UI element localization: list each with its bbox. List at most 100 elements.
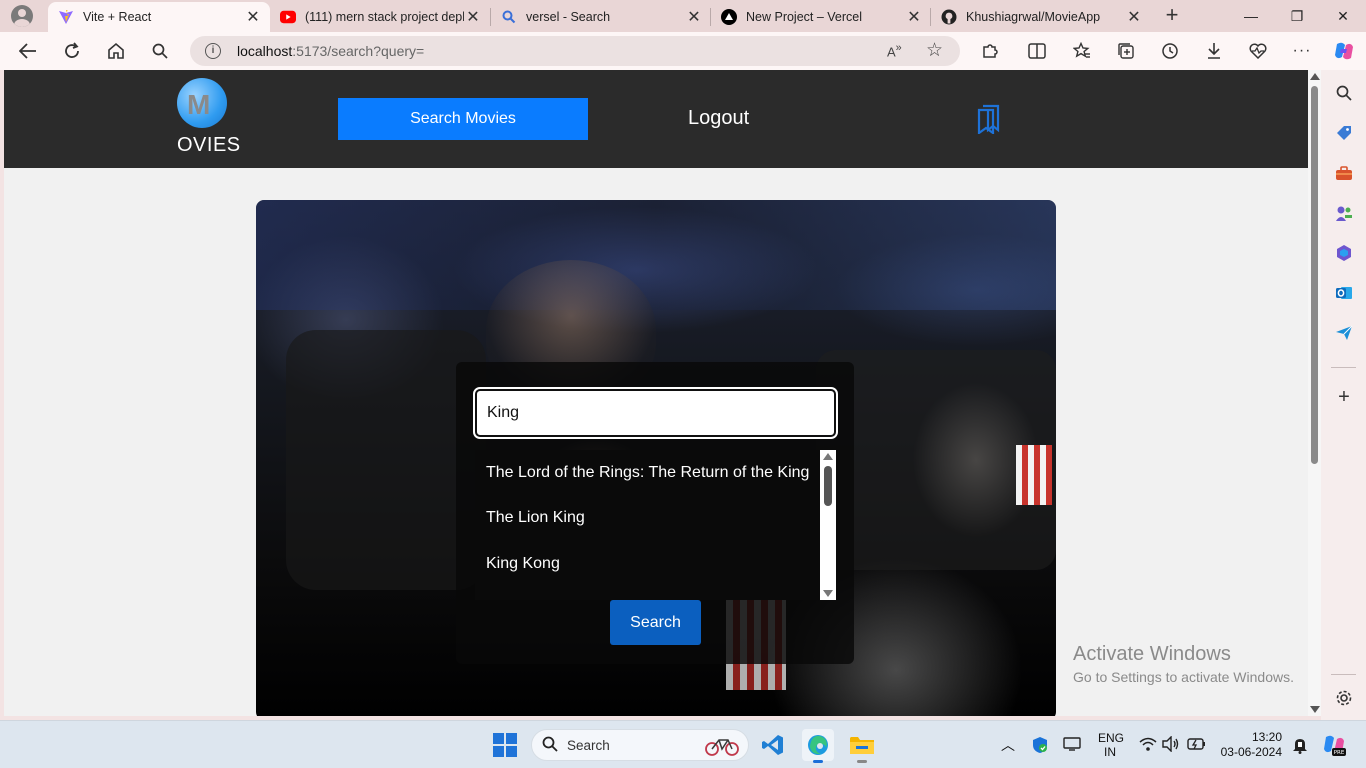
tab-youtube[interactable]: (111) mern stack project depl ✕ <box>270 2 490 32</box>
edge-taskbar-button[interactable] <box>802 729 834 763</box>
page-viewport: M OVIES Search Movies Logout The Lord of… <box>4 70 1308 716</box>
add-sidebar-app-icon[interactable]: + <box>1334 386 1354 408</box>
toolbox-icon[interactable] <box>1334 163 1354 183</box>
scroll-down-arrow-icon[interactable] <box>1310 706 1320 713</box>
history-icon <box>1162 43 1178 59</box>
vercel-icon <box>721 9 737 25</box>
tab-vercel[interactable]: New Project – Vercel ✕ <box>711 2 931 32</box>
copilot-button[interactable] <box>1330 37 1358 65</box>
youtube-icon <box>280 9 296 25</box>
defender-shield-icon[interactable] <box>1032 736 1048 757</box>
file-explorer-taskbar-button[interactable] <box>846 729 878 763</box>
add-favorite-icon[interactable]: ☆ <box>926 39 943 62</box>
taskbar-search-box[interactable]: Search <box>531 729 749 761</box>
bookmarks-icon <box>977 104 1000 136</box>
history-button[interactable] <box>1156 37 1184 65</box>
watermark-title: Activate Windows <box>1073 643 1231 665</box>
movie-search-input[interactable] <box>473 387 838 439</box>
volume-icon[interactable] <box>1162 735 1180 755</box>
collections-icon <box>1118 43 1134 59</box>
scroll-up-arrow-icon[interactable] <box>1310 73 1320 80</box>
bookmarks-button[interactable] <box>976 104 1002 136</box>
tab-vite-react[interactable]: Vite + React ✕ <box>48 2 270 32</box>
taskbar-clock[interactable]: 13:20 03-06-2024 <box>1218 730 1282 760</box>
performance-button[interactable] <box>1244 37 1272 65</box>
language-code: ENG <box>1098 731 1125 745</box>
read-aloud-icon[interactable]: A» <box>887 42 902 59</box>
more-menu-button[interactable]: ··· <box>1288 37 1316 65</box>
browser-tab-strip: Vite + React ✕ (111) mern stack project … <box>0 0 1366 32</box>
results-scrollbar[interactable] <box>820 450 836 600</box>
split-screen-icon <box>1028 43 1046 59</box>
app-logo[interactable]: M OVIES <box>177 78 240 158</box>
tab-close-icon[interactable]: ✕ <box>685 7 703 27</box>
windows-logo-icon <box>493 746 504 757</box>
tab-close-icon[interactable]: ✕ <box>905 7 923 27</box>
home-icon <box>108 42 124 59</box>
shopping-tag-icon[interactable] <box>1334 123 1354 143</box>
result-item[interactable]: King Kong <box>486 555 560 573</box>
display-icon[interactable] <box>1063 737 1081 754</box>
search-button[interactable] <box>146 37 174 65</box>
tab-close-icon[interactable]: ✕ <box>244 7 262 27</box>
region-code: IN <box>1104 745 1116 759</box>
close-window-button[interactable]: ✕ <box>1320 0 1366 32</box>
scroll-down-arrow-icon[interactable] <box>823 590 833 597</box>
tab-bing-search[interactable]: versel - Search ✕ <box>491 2 711 32</box>
send-paper-plane-icon[interactable] <box>1334 323 1354 343</box>
extensions-button[interactable] <box>976 37 1004 65</box>
downloads-button[interactable] <box>1200 37 1228 65</box>
page-scrollbar[interactable] <box>1308 70 1321 716</box>
search-results-list[interactable]: The Lord of the Rings: The Return of the… <box>475 450 836 600</box>
copilot-preview-icon[interactable]: PRE <box>1322 733 1346 760</box>
restore-button[interactable]: ❐ <box>1274 0 1320 32</box>
refresh-button[interactable] <box>58 37 86 65</box>
vscode-taskbar-button[interactable] <box>757 729 789 761</box>
more-dots-icon: ··· <box>1292 42 1312 59</box>
profile-avatar[interactable] <box>8 3 36 29</box>
running-indicator <box>857 760 867 763</box>
scroll-thumb[interactable] <box>1311 86 1318 464</box>
result-item[interactable]: The Lion King <box>486 509 585 527</box>
tab-close-icon[interactable]: ✕ <box>464 7 482 27</box>
wifi-icon[interactable] <box>1139 736 1157 755</box>
new-tab-button[interactable]: + <box>1160 4 1184 28</box>
address-bar[interactable]: i localhost:5173/search?query= A» ☆ <box>190 36 960 66</box>
watermark-subtitle: Go to Settings to activate Windows. <box>1073 669 1294 685</box>
sidebar-search-icon[interactable] <box>1334 83 1354 103</box>
search-submit-button[interactable]: Search <box>610 600 701 645</box>
logout-link[interactable]: Logout <box>688 107 749 130</box>
notification-bell-icon[interactable] <box>1292 736 1308 757</box>
site-info-icon[interactable]: i <box>205 43 221 59</box>
games-icon[interactable] <box>1334 203 1354 223</box>
tab-github[interactable]: Khushiagrwal/MovieApp ✕ <box>931 2 1151 32</box>
search-movies-button[interactable]: Search Movies <box>338 98 588 140</box>
sidebar-settings-gear-icon[interactable] <box>1334 688 1354 708</box>
github-icon <box>941 9 957 25</box>
tab-title: (111) mern stack project depl <box>305 10 464 24</box>
clock-date: 03-06-2024 <box>1220 745 1282 759</box>
vscode-icon <box>762 735 783 755</box>
edge-sidebar: + <box>1321 70 1366 720</box>
favorites-star-icon <box>1073 42 1090 58</box>
hero-popcorn-box <box>1016 445 1052 505</box>
favorites-button[interactable] <box>1068 37 1096 65</box>
home-button[interactable] <box>102 37 130 65</box>
outlook-icon[interactable] <box>1334 283 1354 303</box>
battery-charging-icon[interactable] <box>1187 737 1207 754</box>
sidebar-divider <box>1331 367 1356 368</box>
scroll-thumb[interactable] <box>824 466 832 506</box>
collections-button[interactable] <box>1112 37 1140 65</box>
tab-close-icon[interactable]: ✕ <box>1125 7 1143 27</box>
tab-title: Khushiagrwal/MovieApp <box>966 10 1101 24</box>
split-screen-button[interactable] <box>1023 37 1051 65</box>
result-item[interactable]: The Lord of the Rings: The Return of the… <box>486 464 809 482</box>
start-button[interactable] <box>493 733 517 757</box>
microsoft-365-icon[interactable] <box>1334 243 1354 263</box>
windows-logo-icon <box>493 733 504 744</box>
back-button[interactable] <box>14 37 42 65</box>
show-hidden-icons-chevron-icon[interactable]: ︿ <box>1001 735 1015 755</box>
minimize-button[interactable]: — <box>1228 0 1274 32</box>
scroll-up-arrow-icon[interactable] <box>823 453 833 460</box>
language-indicator[interactable]: ENG IN <box>1098 731 1125 759</box>
